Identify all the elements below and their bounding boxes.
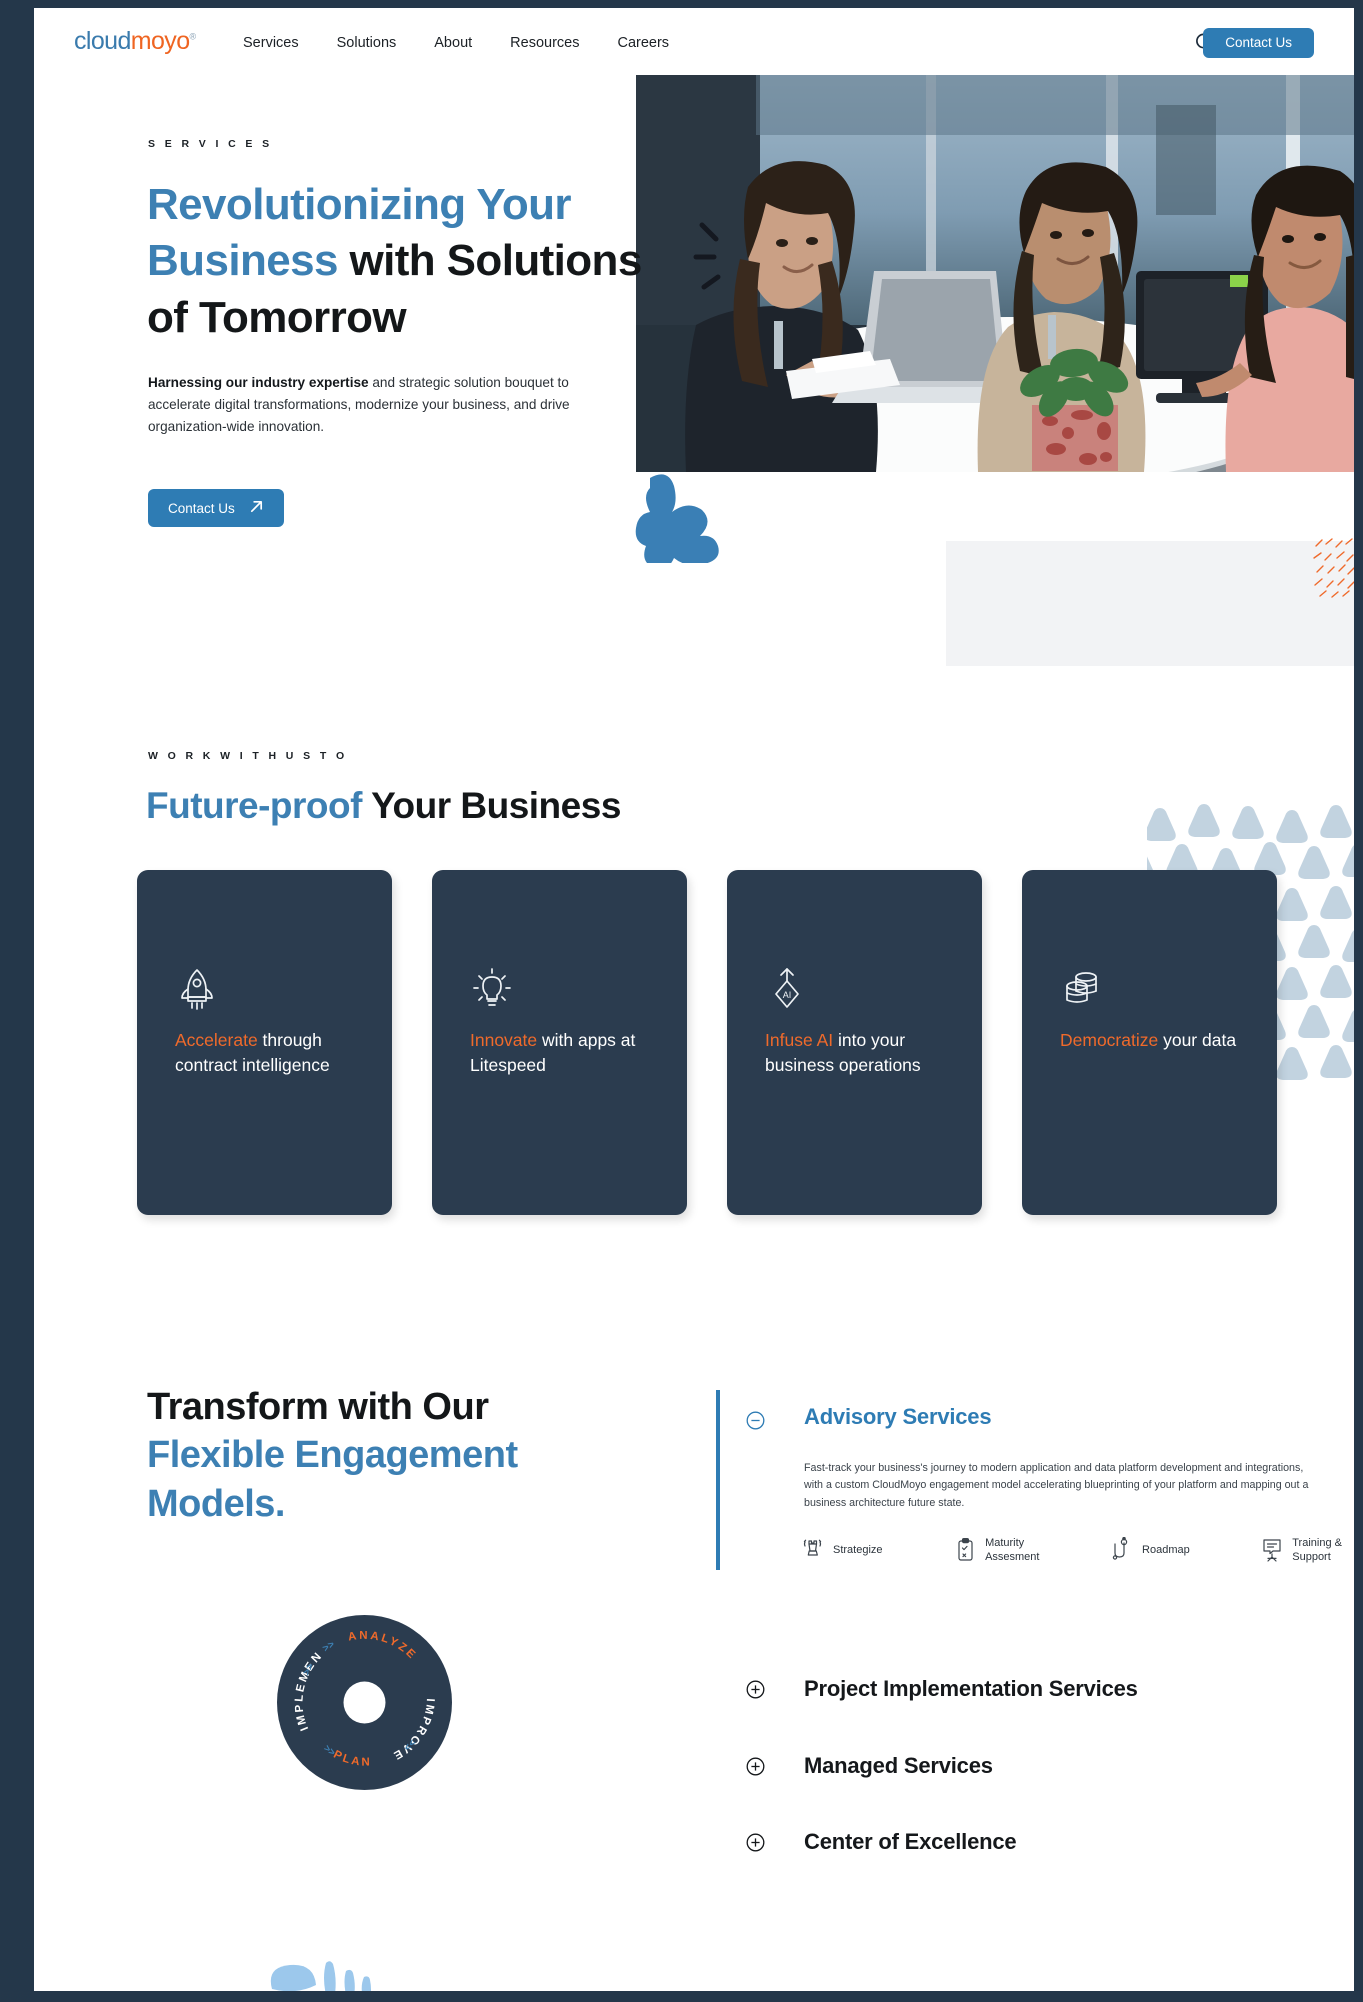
future-proof-cards: Accelerate through contract intelligence… xyxy=(137,870,1277,1215)
accordion-advisory-services-body: Fast-track your business's journey to mo… xyxy=(804,1462,1309,1509)
logo-text-moyo: moyo xyxy=(130,27,190,55)
future-proof-title-rest: Your Business xyxy=(361,785,621,826)
future-proof-eyebrow: W O R K W I T H U S T O xyxy=(148,750,348,762)
card-highlight: Innovate xyxy=(470,1030,538,1050)
hero-image xyxy=(636,75,1354,472)
svg-text:AI: AI xyxy=(783,990,792,1000)
feature-label: Roadmap xyxy=(1142,1544,1190,1557)
transform-title-line3: Models. xyxy=(147,1482,285,1525)
card-highlight: Accelerate xyxy=(175,1030,258,1050)
card-text: Infuse AI into your business operations xyxy=(765,1028,960,1078)
engagement-cycle-wheel: ANALYZE IMPROVE PLAN IMPLEMENT >> >> >> … xyxy=(272,1606,452,1790)
hero-title: Revolutionizing Your Business with Solut… xyxy=(147,177,707,346)
rocket-icon xyxy=(175,967,219,1011)
logo-text-cloud: cloud xyxy=(74,27,131,55)
page-root: cloudmoyo® Services Solutions About Reso… xyxy=(0,0,1363,2002)
feature-roadmap[interactable]: Roadmap xyxy=(1111,1536,1190,1563)
hero-title-line1: Revolutionizing Your xyxy=(147,180,572,229)
database-icon xyxy=(1060,967,1104,1011)
accordion-advisory-services-title[interactable]: Advisory Services xyxy=(804,1404,992,1430)
card-text: Innovate with apps at Litespeed xyxy=(470,1028,665,1078)
header-contact-us-button[interactable]: Contact Us xyxy=(1203,28,1314,58)
nav-item-solutions[interactable]: Solutions xyxy=(337,31,397,55)
feature-training-support[interactable]: Training & Support xyxy=(1261,1536,1342,1564)
nav-item-careers[interactable]: Careers xyxy=(617,31,669,55)
transform-title: Transform with Our Flexible Engagement M… xyxy=(147,1383,647,1528)
feature-maturity-assessment[interactable]: Maturity Assesment xyxy=(954,1536,1039,1564)
accordion-advisory-services-toggle[interactable] xyxy=(746,1411,765,1430)
plus-circle-icon xyxy=(746,1757,765,1776)
card-highlight: Democratize xyxy=(1060,1030,1159,1050)
chess-rook-icon xyxy=(802,1537,826,1563)
accordion-managed-services[interactable]: Managed Services xyxy=(746,1746,1346,1786)
hero-eyebrow: S E R V I C E S xyxy=(148,138,273,150)
roadmap-pin-icon xyxy=(1111,1536,1135,1563)
hero-title-line2-rest: with Solutions xyxy=(337,236,642,286)
future-proof-title: Future-proof Your Business xyxy=(146,785,621,827)
feature-label: Training & Support xyxy=(1292,1537,1342,1564)
hero-title-line3: of Tomorrow xyxy=(147,292,407,342)
accordion-project-implementation-services[interactable]: Project Implementation Services xyxy=(746,1669,1346,1709)
transform-title-line1: Transform with Our xyxy=(147,1386,489,1428)
blue-blob-decoration xyxy=(634,468,732,569)
card-text: Accelerate through contract intelligence xyxy=(175,1028,370,1078)
hero-title-line2-blue: Business xyxy=(147,236,338,286)
card-infuse-ai[interactable]: AI Infuse AI into your business operatio… xyxy=(727,870,982,1215)
card-accelerate[interactable]: Accelerate through contract intelligence xyxy=(137,870,392,1215)
feature-label: Strategize xyxy=(833,1544,883,1557)
future-proof-title-blue: Future-proof xyxy=(146,785,362,826)
feature-label: Maturity Assesment xyxy=(985,1537,1040,1564)
logo[interactable]: cloudmoyo® xyxy=(74,29,196,54)
feature-strategize[interactable]: Strategize xyxy=(802,1537,883,1563)
card-highlight: Infuse AI xyxy=(765,1030,834,1050)
hero-subtitle: Harnessing our industry expertise and st… xyxy=(148,372,593,438)
advisory-feature-row: Strategize Maturity Assesment Roadmap Tr… xyxy=(802,1536,1342,1564)
orange-scribble-decoration xyxy=(1312,536,1354,598)
plus-circle-icon xyxy=(746,1680,765,1699)
plus-circle-icon xyxy=(746,1833,765,1852)
nav-item-services[interactable]: Services xyxy=(243,31,299,55)
hero-cta-label: Contact Us xyxy=(168,500,235,516)
accordion-center-of-excellence[interactable]: Center of Excellence xyxy=(746,1822,1346,1862)
transform-title-line2: Flexible Engagement xyxy=(147,1434,518,1477)
site-header: cloudmoyo® Services Solutions About Reso… xyxy=(34,8,1354,76)
nav-item-resources[interactable]: Resources xyxy=(510,31,579,55)
accordion-label: Managed Services xyxy=(804,1753,993,1778)
flipchart-icon xyxy=(1261,1537,1285,1563)
hero-subtitle-bold: Harnessing our industry expertise xyxy=(148,375,369,390)
bottom-blue-decoration xyxy=(254,1929,394,1991)
arrow-up-right-icon xyxy=(249,499,264,517)
browser-viewport: cloudmoyo® Services Solutions About Reso… xyxy=(34,8,1354,1991)
hero-contact-us-button[interactable]: Contact Us xyxy=(148,489,284,527)
accordion-label: Center of Excellence xyxy=(804,1829,1017,1854)
accordion-label: Project Implementation Services xyxy=(804,1676,1138,1701)
lightbulb-icon xyxy=(470,967,514,1011)
card-rest: your data xyxy=(1158,1030,1237,1050)
clipboard-check-icon xyxy=(954,1537,978,1563)
logo-trademark: ® xyxy=(189,31,197,42)
minus-circle-icon xyxy=(746,1411,765,1430)
accordion-active-indicator xyxy=(716,1390,720,1570)
nav-item-about[interactable]: About xyxy=(434,31,472,55)
card-text: Democratize your data xyxy=(1060,1028,1255,1053)
grey-panel-decoration xyxy=(946,541,1354,666)
card-democratize[interactable]: Democratize your data xyxy=(1022,870,1277,1215)
ai-diamond-arrow-icon: AI xyxy=(765,967,809,1011)
card-innovate[interactable]: Innovate with apps at Litespeed xyxy=(432,870,687,1215)
main-nav: Services Solutions About Resources Caree… xyxy=(243,31,669,55)
